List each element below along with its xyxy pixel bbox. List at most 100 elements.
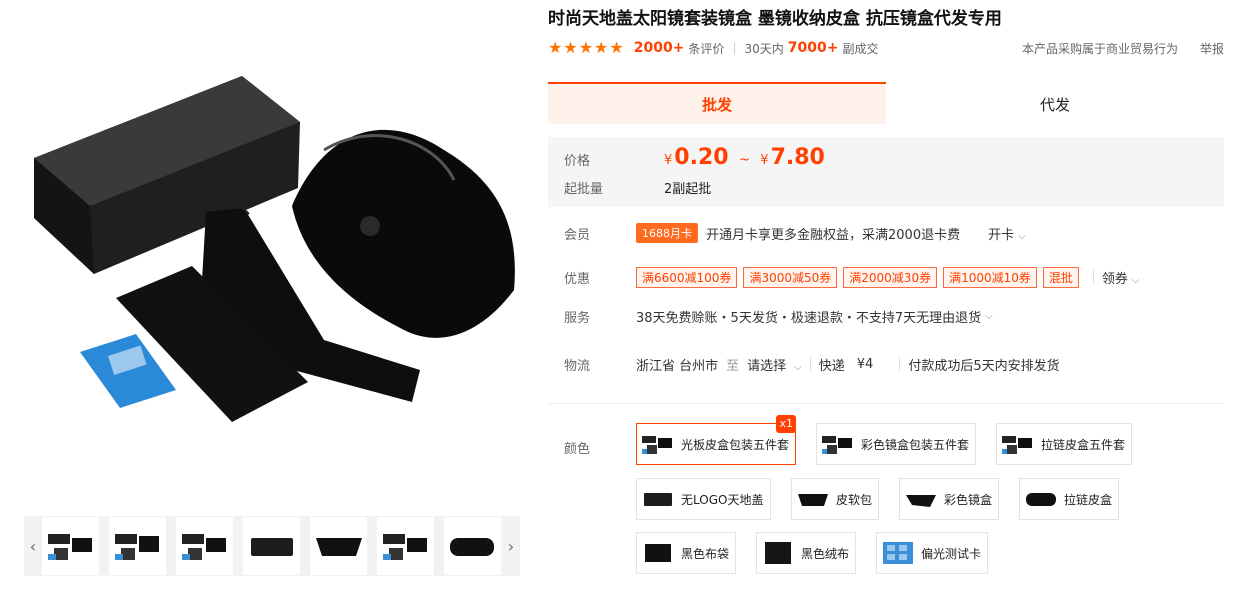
option-thumb-icon: [822, 436, 852, 454]
sales-period: 30天内: [744, 41, 784, 56]
color-option[interactable]: 偏光测试卡: [876, 532, 988, 574]
color-option[interactable]: 彩色镜盒: [899, 478, 999, 520]
thumbnail[interactable]: [444, 517, 501, 575]
option-thumb-icon: [642, 436, 672, 454]
express-label: 快递: [818, 358, 845, 374]
coupon-mixed[interactable]: 混批: [1042, 266, 1079, 288]
divider: [899, 357, 901, 371]
price-min: 0.20: [674, 145, 729, 170]
logistics-row: 物流 浙江省 台州市 至 请选择 ⌵ 快递 ¥4 付款成功后5天内安排发货: [548, 351, 1224, 377]
trade-note: 本产品采购属于商业贸易行为: [1021, 41, 1178, 56]
thumbnail[interactable]: [109, 517, 166, 575]
star-icon: ★: [609, 38, 624, 57]
star-icon: ★: [594, 38, 609, 57]
next-thumb-button[interactable]: ›: [502, 516, 520, 576]
price-label: 价格: [564, 154, 591, 169]
claim-coupon-button[interactable]: 领券 ⌵: [1102, 268, 1140, 287]
moq-label: 起批量: [564, 182, 604, 197]
purchase-tabs: 批发 代发: [548, 82, 1224, 124]
color-option[interactable]: 黑色布袋: [636, 532, 736, 574]
thumbnail[interactable]: [377, 517, 434, 575]
color-option[interactable]: 皮软包: [791, 478, 879, 520]
price-max: 7.80: [770, 145, 825, 170]
moq-value: 2副起批: [664, 182, 712, 197]
chevron-right-icon: ›: [507, 536, 515, 556]
star-icon: ★: [563, 38, 578, 57]
prev-thumb-button[interactable]: ‹: [24, 516, 42, 576]
color-option-selected[interactable]: 光板皮盒包装五件套 x1: [636, 415, 796, 465]
thumbnail[interactable]: [42, 517, 99, 575]
section-divider: [548, 403, 1224, 404]
coupon[interactable]: 满3000减50券: [743, 266, 838, 288]
open-card-button[interactable]: 开卡 ⌵: [988, 224, 1026, 243]
destination-select[interactable]: 请选择 ⌵: [747, 355, 802, 374]
coupon[interactable]: 满1000减10券: [943, 266, 1037, 288]
divider: [809, 357, 811, 371]
rating-right: 本产品采购属于商业贸易行为 举报: [1022, 40, 1224, 57]
thumbnail[interactable]: [176, 517, 233, 575]
color-option[interactable]: 黑色绒布: [756, 532, 856, 574]
reviews-count[interactable]: 2000+: [634, 40, 685, 56]
color-option-label: 黑色绒布: [801, 546, 850, 561]
color-option-label: 彩色镜盒包装五件套: [861, 437, 970, 452]
coupon[interactable]: 满2000减30券: [843, 266, 938, 288]
thumbnail-strip: ‹ ›: [24, 516, 520, 576]
option-thumb-icon: [644, 493, 672, 506]
option-thumb-icon: [765, 542, 791, 564]
price-tilde: ~: [738, 152, 751, 168]
quantity-badge: x1: [776, 415, 796, 433]
color-option-label: 拉链皮盒: [1064, 492, 1113, 507]
product-title: 时尚天地盖太阳镜套装镜盒 墨镜收纳皮盒 抗压镜盒代发专用: [548, 9, 1002, 29]
star-icon: ★: [548, 38, 563, 57]
star-icon: ★: [578, 38, 594, 57]
shipping-fee: ¥4: [856, 356, 874, 372]
tab-dropship[interactable]: 代发: [886, 82, 1224, 124]
thumbnail[interactable]: [243, 517, 300, 575]
chevron-left-icon: ‹: [29, 536, 37, 556]
color-option-label: 黑色布袋: [681, 546, 730, 561]
color-option[interactable]: 拉链皮盒五件套: [996, 423, 1132, 465]
sales-label: 副成交: [842, 41, 879, 56]
ship-note: 付款成功后5天内安排发货: [908, 358, 1060, 374]
color-option[interactable]: 拉链皮盒: [1019, 478, 1119, 520]
color-option[interactable]: 无LOGO天地盖: [636, 478, 771, 520]
color-option-label: 拉链皮盒五件套: [1041, 437, 1126, 452]
member-badge: 1688月卡: [636, 223, 698, 243]
member-text: 开通月卡享更多金融权益，采满2000退卡费: [706, 227, 961, 243]
sales-count: 7000+: [787, 40, 839, 56]
option-thumb-icon: [1026, 493, 1056, 506]
color-option-label: 皮软包: [836, 492, 873, 507]
option-thumb-icon: [645, 544, 671, 562]
color-option[interactable]: 彩色镜盒包装五件套: [816, 423, 976, 465]
color-option-label: 无LOGO天地盖: [681, 492, 764, 507]
divider: [1092, 270, 1094, 284]
chevron-down-icon[interactable]: ⌵: [985, 311, 993, 322]
option-thumb-icon: [906, 495, 936, 507]
chevron-down-icon: ⌵: [1018, 230, 1026, 242]
currency-symbol: ¥: [664, 153, 673, 168]
price-box: 价格 ¥ 0.20 ~ ¥ 7.80 起批量 2副起批: [548, 137, 1224, 207]
reviews-label[interactable]: 条评价: [688, 40, 724, 57]
service-row: 服务 38天免费赊账・5天发货・极速退款・不支持7天无理由退货 ⌵: [548, 303, 1224, 329]
option-thumb-icon: [798, 494, 828, 506]
thumbnail[interactable]: [310, 517, 367, 575]
report-link[interactable]: 举报: [1200, 40, 1224, 57]
color-option-label: 光板皮盒包装五件套: [681, 437, 790, 452]
coupon[interactable]: 满6600减100券: [636, 266, 738, 288]
thumbnail-list: [42, 517, 502, 575]
color-option-label: 彩色镜盒: [944, 492, 993, 507]
star-rating: ★ ★ ★ ★ ★: [548, 40, 624, 56]
option-thumb-icon: [883, 542, 913, 564]
color-label: 颜色: [564, 442, 591, 457]
service-label: 服务: [564, 310, 591, 326]
color-option-label: 偏光测试卡: [921, 546, 982, 561]
destination-value: 请选择: [747, 358, 787, 374]
price-range: ¥ 0.20 ~ ¥ 7.80: [664, 145, 825, 170]
ship-from: 浙江省 台州市: [636, 358, 719, 374]
discount-label: 优惠: [564, 271, 591, 287]
claim-coupon-label: 领券: [1101, 271, 1128, 287]
tab-wholesale[interactable]: 批发: [548, 82, 886, 124]
member-row: 会员 1688月卡 开通月卡享更多金融权益，采满2000退卡费 开卡 ⌵: [548, 220, 1224, 246]
separator: |: [732, 41, 737, 55]
service-text[interactable]: 38天免费赊账・5天发货・极速退款・不支持7天无理由退货: [636, 307, 981, 326]
